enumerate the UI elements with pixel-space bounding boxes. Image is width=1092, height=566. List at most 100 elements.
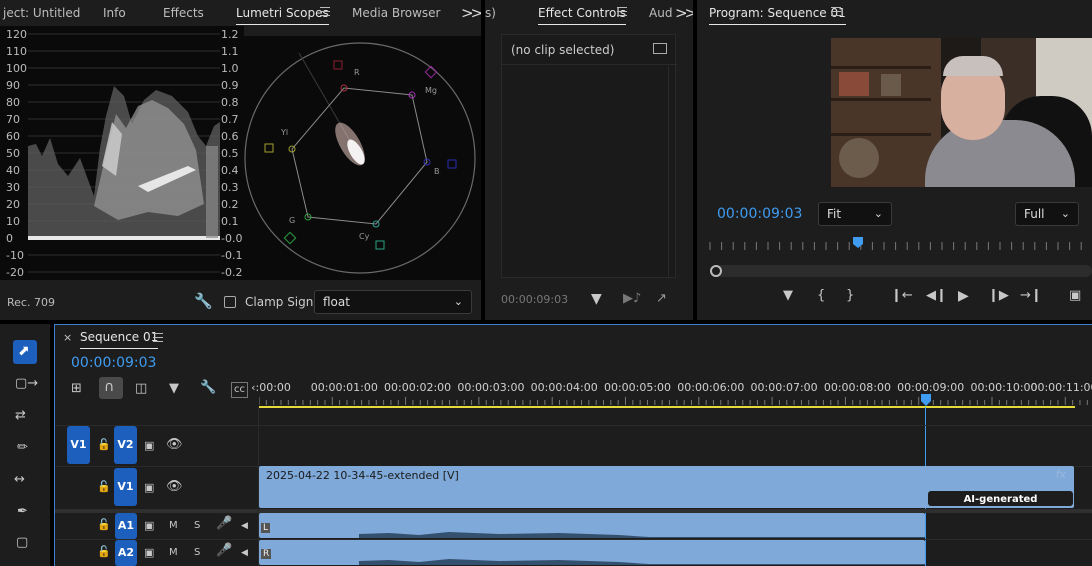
tab-lumetri-scopes[interactable]: Lumetri Scopes	[236, 6, 329, 25]
program-time-ruler[interactable]	[709, 236, 1092, 252]
ai-generated-segment[interactable]: AI-generated	[928, 491, 1073, 506]
lock-icon[interactable]: 🔓	[97, 438, 111, 452]
waveform-scale-label: 70	[6, 113, 20, 126]
tab-media-browser[interactable]: Media Browser	[352, 6, 440, 20]
microphone-icon[interactable]: 🎤	[216, 517, 232, 531]
source-patch-v1[interactable]: V1	[67, 426, 90, 464]
tab-audio[interactable]: Aud	[649, 6, 672, 20]
waveform-scale-label: 0.2	[221, 198, 239, 211]
tab-project[interactable]: ject: Untitled	[3, 6, 80, 20]
razor-icon[interactable]: ✏	[17, 441, 28, 455]
export-frame-icon[interactable]: ▣	[1069, 289, 1081, 303]
mute-button[interactable]: M	[169, 546, 178, 560]
solo-button[interactable]: S	[194, 519, 200, 533]
timeline-ruler[interactable]: ‹:00:00 00:00:01:00 00:00:02:00 00:00:03:00…	[251, 381, 1092, 395]
program-scroll-bar[interactable]	[710, 265, 1092, 277]
panel-menu-icon[interactable]	[320, 7, 330, 16]
snap-toggle[interactable]: ∩	[99, 377, 123, 399]
waveform-graph	[28, 33, 220, 273]
program-timecode[interactable]: 00:00:09:03	[717, 206, 802, 222]
sync-lock-icon[interactable]: ▣	[144, 546, 154, 560]
eye-icon[interactable]: 👁	[166, 480, 183, 494]
step-forward-icon[interactable]: ❙▶	[988, 289, 1009, 303]
waveform-scale-label: -20	[6, 266, 24, 279]
microphone-icon[interactable]: 🎤	[216, 544, 232, 558]
track-target-a1[interactable]: A1	[115, 513, 137, 539]
wrench-icon[interactable]: 🔧	[194, 294, 213, 309]
tab-partial[interactable]: s)	[485, 6, 496, 20]
video-clip[interactable]: 2025-04-22 10-34-45-extended [V] fx AI-g…	[259, 466, 1074, 508]
precision-dropdown[interactable]: float ⌄	[314, 290, 472, 314]
sync-lock-icon[interactable]: ▣	[144, 439, 154, 453]
ruler-label: 00:00:05:00	[603, 381, 672, 394]
tab-effects[interactable]: Effects	[163, 6, 204, 20]
lock-icon[interactable]: 🔓	[97, 545, 111, 559]
audio-channel-r: R	[261, 549, 272, 559]
more-panels-icon[interactable]: >>	[675, 4, 693, 22]
audio-clip-a2[interactable]: R	[259, 540, 925, 565]
add-marker-icon[interactable]: ▼	[169, 382, 179, 396]
waveform-scale-label: 0	[6, 232, 13, 245]
go-to-in-icon[interactable]: ❙←	[891, 289, 913, 303]
play-icon[interactable]: ▶	[958, 289, 969, 303]
sequence-tab[interactable]: Sequence 01	[80, 330, 159, 349]
panel-menu-icon[interactable]	[831, 7, 841, 16]
sync-lock-icon[interactable]: ▣	[144, 519, 154, 533]
sync-lock-icon[interactable]: ▣	[144, 481, 154, 495]
scroll-handle[interactable]	[710, 265, 722, 277]
audio-waveform	[359, 559, 925, 565]
mark-out-icon[interactable]: }	[846, 289, 854, 303]
vector-target-r: R	[354, 68, 360, 77]
lock-icon[interactable]: 🔓	[97, 480, 111, 494]
selection-tool[interactable]: ⬈	[13, 340, 37, 364]
timeline-timecode[interactable]: 00:00:09:03	[71, 355, 156, 371]
linked-selection-icon[interactable]: ◫	[135, 382, 147, 396]
fit-value: Fit	[827, 207, 842, 221]
panel-menu-icon[interactable]	[153, 333, 163, 342]
waveform-scale-label: 120	[6, 28, 27, 41]
fx-badge[interactable]: fx	[1056, 468, 1066, 481]
slip-icon[interactable]: ↔	[14, 473, 25, 487]
rectangle-icon[interactable]: ▢	[16, 536, 28, 550]
fit-dropdown[interactable]: Fit ⌄	[818, 202, 892, 226]
tab-effect-controls[interactable]: Effect Controls	[538, 6, 626, 25]
playhead-icon[interactable]	[920, 393, 932, 407]
captions-icon[interactable]: cc	[231, 382, 248, 398]
tab-info[interactable]: Info	[103, 6, 126, 20]
eye-icon[interactable]: 👁	[166, 438, 183, 452]
track-target-v1[interactable]: V1	[114, 468, 137, 506]
pen-icon[interactable]: ✒	[17, 505, 28, 519]
nest-icon[interactable]: ⊞	[71, 382, 82, 396]
track-target-v2[interactable]: V2	[114, 426, 137, 464]
chevron-left-icon[interactable]: ◀	[241, 546, 248, 560]
marker-icon[interactable]: ▼	[783, 289, 793, 303]
solo-button[interactable]: S	[194, 546, 200, 560]
waveform-scale-label: 0.1	[221, 215, 239, 228]
go-to-out-icon[interactable]: →❙	[1020, 289, 1042, 303]
close-icon[interactable]: ×	[63, 331, 72, 345]
work-area-bar[interactable]	[259, 406, 1075, 408]
panel-menu-icon[interactable]	[617, 7, 627, 16]
waveform-scale-label: 1.2	[221, 28, 239, 41]
chevron-left-icon[interactable]: ◀	[241, 519, 248, 533]
mark-in-icon[interactable]: {	[817, 289, 825, 303]
mute-button[interactable]: M	[169, 519, 178, 533]
track-target-a2[interactable]: A2	[115, 540, 137, 566]
more-panels-icon[interactable]: >>	[461, 4, 481, 22]
step-back-icon[interactable]: ◀❙	[926, 289, 947, 303]
toggle-timeline-icon[interactable]	[653, 43, 667, 54]
filter-icon[interactable]: ▼	[591, 292, 602, 306]
lock-icon[interactable]: 🔓	[97, 518, 111, 532]
audio-clip-a1[interactable]: L	[259, 513, 925, 538]
clamp-signal-checkbox[interactable]	[224, 296, 236, 308]
waveform-scale-label: 1.1	[221, 45, 239, 58]
wrench-icon[interactable]: 🔧	[200, 381, 216, 395]
track-select-icon[interactable]: ▢→	[15, 377, 38, 391]
vector-target-b: B	[434, 167, 440, 176]
export-icon[interactable]: ↗	[656, 292, 667, 306]
play-audio-icon[interactable]: ▶♪	[623, 292, 641, 306]
ruler-label: 00:00:03:00	[457, 381, 525, 394]
waveform-scale-label: -0.0	[221, 232, 243, 245]
ripple-edit-icon[interactable]: ⇄	[15, 409, 26, 423]
resolution-dropdown[interactable]: Full ⌄	[1015, 202, 1079, 226]
